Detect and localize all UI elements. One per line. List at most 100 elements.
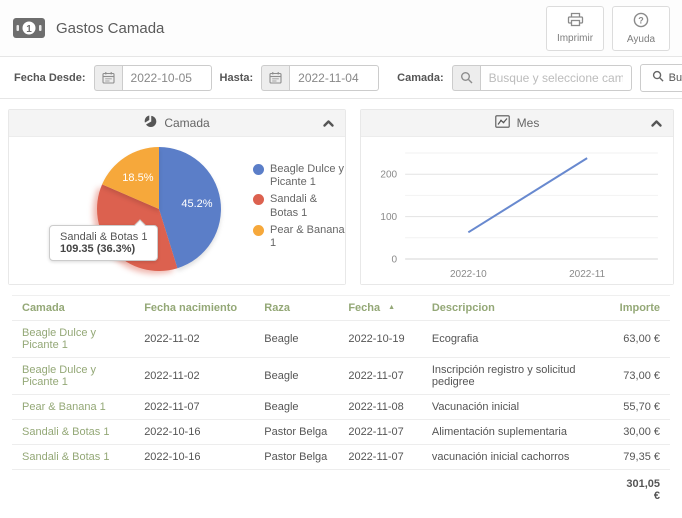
- buscar-button[interactable]: Buscar: [640, 64, 682, 92]
- hasta-input[interactable]: [289, 65, 379, 91]
- svg-text:?: ?: [638, 15, 644, 25]
- table-row: Beagle Dulce y Picante 12022-11-02Beagle…: [12, 321, 670, 358]
- mes-panel-header: Mes: [361, 110, 673, 137]
- fecha-desde-label: Fecha Desde:: [14, 72, 86, 84]
- legend-dot-icon: [253, 164, 264, 175]
- table-cell: Ecografia: [422, 321, 610, 358]
- pie-chart-area: 45.2%36.3%18.5% Beagle Dulce y Picante 1…: [9, 137, 345, 284]
- collapse-camada-panel-button[interactable]: [320, 115, 337, 134]
- importe-cell: 79,35 €: [610, 445, 670, 470]
- hasta-label: Hasta:: [220, 72, 254, 84]
- table-cell: Beagle: [254, 395, 338, 420]
- table-cell: 2022-11-07: [338, 358, 422, 395]
- camada-link[interactable]: Beagle Dulce y Picante 1: [12, 321, 134, 358]
- tooltip-value: 109.35 (36.3%): [60, 243, 147, 255]
- x-axis-tick: 2022-11: [569, 269, 605, 280]
- camada-link[interactable]: Beagle Dulce y Picante 1: [12, 358, 134, 395]
- fecha-desde-group: [94, 65, 212, 91]
- mes-panel: Mes 0 100 200 2022-10 2022-11: [360, 109, 674, 285]
- table-cell: 2022-10-19: [338, 321, 422, 358]
- filter-bar: Fecha Desde: Hasta:: [0, 57, 682, 99]
- mes-panel-title: Mes: [517, 116, 540, 130]
- y-axis-tick: 100: [380, 212, 397, 223]
- page-title: Gastos Camada: [56, 20, 164, 37]
- pie-chart-icon: [144, 115, 157, 131]
- importe-cell: 55,70 €: [610, 395, 670, 420]
- importe-cell: 63,00 €: [610, 321, 670, 358]
- hasta-group: [261, 65, 379, 91]
- table-cell: 2022-10-16: [134, 445, 254, 470]
- column-header-fecha[interactable]: Fecha▲: [338, 296, 422, 321]
- pie-tooltip: Sandali & Botas 1 109.35 (36.3%): [49, 225, 158, 261]
- table-cell: 2022-11-07: [338, 445, 422, 470]
- table-row: Pear & Banana 12022-11-07Beagle2022-11-0…: [12, 395, 670, 420]
- legend-label: Sandali & Botas 1: [270, 193, 345, 219]
- table-cell: Beagle: [254, 321, 338, 358]
- pie-legend: Beagle Dulce y Picante 1 Sandali & Botas …: [253, 163, 345, 254]
- calendar-icon[interactable]: [261, 65, 289, 91]
- calendar-icon[interactable]: [94, 65, 122, 91]
- camada-search-input[interactable]: [480, 65, 632, 91]
- svg-text:1: 1: [26, 24, 32, 35]
- expenses-table-wrap: Camada Fecha nacimiento Raza Fecha▲ Desc…: [12, 295, 670, 510]
- ayuda-button[interactable]: ? Ayuda: [612, 6, 670, 51]
- legend-item[interactable]: Beagle Dulce y Picante 1: [253, 163, 345, 189]
- table-cell: Pastor Belga: [254, 445, 338, 470]
- top-header: 1 Gastos Camada Imprimir ? A: [0, 0, 682, 57]
- importe-cell: 30,00 €: [610, 420, 670, 445]
- y-axis-tick: 200: [380, 170, 397, 181]
- table-cell: 2022-11-02: [134, 358, 254, 395]
- camada-link[interactable]: Sandali & Botas 1: [12, 445, 134, 470]
- legend-item[interactable]: Sandali & Botas 1: [253, 193, 345, 219]
- imprimir-button[interactable]: Imprimir: [546, 6, 604, 51]
- header-actions: Imprimir ? Ayuda: [546, 6, 670, 51]
- pie-slice-label: 18.5%: [122, 172, 153, 184]
- legend-label: Beagle Dulce y Picante 1: [270, 163, 345, 189]
- chevron-up-icon: [322, 117, 335, 132]
- table-cell: Vacunación inicial: [422, 395, 610, 420]
- pie-slice-label: 45.2%: [181, 198, 212, 210]
- table-cell: 2022-10-16: [134, 420, 254, 445]
- imprimir-label: Imprimir: [557, 33, 593, 44]
- camada-link[interactable]: Sandali & Botas 1: [12, 420, 134, 445]
- search-icon: [652, 70, 664, 85]
- camada-link[interactable]: Pear & Banana 1: [12, 395, 134, 420]
- legend-label: Pear & Banana 1: [270, 224, 345, 250]
- column-header-fecha-nacimiento[interactable]: Fecha nacimiento: [134, 296, 254, 321]
- table-cell: 2022-11-07: [134, 395, 254, 420]
- column-header-descripcion[interactable]: Descripcion: [422, 296, 610, 321]
- legend-item[interactable]: Pear & Banana 1: [253, 224, 345, 250]
- legend-dot-icon: [253, 194, 264, 205]
- search-icon: [452, 65, 480, 91]
- y-axis-tick: 0: [392, 255, 398, 266]
- table-header-row: Camada Fecha nacimiento Raza Fecha▲ Desc…: [12, 296, 670, 321]
- expense-table-body: Beagle Dulce y Picante 12022-11-02Beagle…: [12, 321, 670, 470]
- tooltip-title: Sandali & Botas 1: [60, 231, 147, 243]
- camada-label: Camada:: [397, 72, 443, 84]
- sort-asc-icon: ▲: [388, 304, 395, 311]
- column-header-importe[interactable]: Importe: [610, 296, 670, 321]
- table-cell: Beagle: [254, 358, 338, 395]
- line-chart[interactable]: 0 100 200 2022-10 2022-11: [361, 137, 673, 284]
- table-row: Sandali & Botas 12022-10-16Pastor Belga2…: [12, 445, 670, 470]
- table-cell: Inscripción registro y solicitud pedigre…: [422, 358, 610, 395]
- column-header-camada[interactable]: Camada: [12, 296, 134, 321]
- help-icon: ?: [633, 12, 649, 31]
- collapse-mes-panel-button[interactable]: [648, 115, 665, 134]
- table-row: Sandali & Botas 12022-10-16Pastor Belga2…: [12, 420, 670, 445]
- charts-row: Camada 45.2%36.3%18.5% Beagle Dulce y Pi…: [8, 109, 674, 285]
- column-header-raza[interactable]: Raza: [254, 296, 338, 321]
- fecha-desde-input[interactable]: [122, 65, 212, 91]
- table-cell: Alimentación suplementaria: [422, 420, 610, 445]
- table-cell: Pastor Belga: [254, 420, 338, 445]
- camada-panel-header: Camada: [9, 110, 345, 137]
- chevron-up-icon: [650, 117, 663, 132]
- x-axis-tick: 2022-10: [450, 269, 487, 280]
- legend-dot-icon: [253, 225, 264, 236]
- camada-panel-title: Camada: [164, 116, 209, 130]
- camada-panel: Camada 45.2%36.3%18.5% Beagle Dulce y Pi…: [8, 109, 346, 285]
- table-cell: vacunación inicial cachorros: [422, 445, 610, 470]
- printer-icon: [567, 12, 584, 30]
- money-bill-icon: 1: [12, 16, 46, 40]
- table-cell: 2022-11-02: [134, 321, 254, 358]
